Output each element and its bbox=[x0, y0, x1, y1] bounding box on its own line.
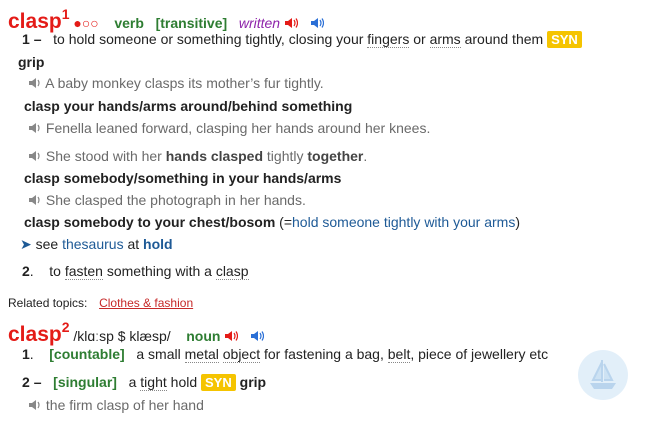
hold-link[interactable]: hold bbox=[143, 236, 173, 252]
speaker-british-icon[interactable] bbox=[224, 330, 239, 342]
collocation-1: clasp your hands/arms around/behind some… bbox=[24, 98, 353, 114]
speaker-american-icon[interactable] bbox=[250, 330, 264, 342]
syn-badge: SYN bbox=[201, 374, 236, 391]
headword-2: clasp2 bbox=[8, 319, 70, 346]
example-2: Fenella leaned forward, clasping her han… bbox=[28, 119, 430, 137]
sense-number: 1 bbox=[22, 31, 30, 47]
example-1: A baby monkey clasps its mother’s fur ti… bbox=[28, 74, 324, 92]
thesaurus-link[interactable]: thesaurus bbox=[62, 236, 123, 252]
collocation-2: clasp somebody/something in your hands/a… bbox=[24, 170, 342, 186]
word-link-arms[interactable]: arms bbox=[429, 31, 461, 48]
example-speaker-icon[interactable] bbox=[28, 399, 42, 411]
grammar-code: [transitive] bbox=[155, 15, 228, 31]
noun-sense-2: 2 – [singular] a tight hold SYN grip bbox=[22, 374, 267, 391]
word-link-belt[interactable]: belt bbox=[387, 346, 411, 363]
collocation-3: clasp somebody to your chest/bosom (=hol… bbox=[24, 214, 521, 230]
ship-logo-icon bbox=[578, 350, 628, 400]
related-topics: Related topics: Clothes & fashion bbox=[8, 296, 194, 310]
sense-1-definition: 1 – to hold someone or something tightly… bbox=[22, 30, 582, 49]
word-link-clasp[interactable]: clasp bbox=[215, 263, 249, 280]
definition-text: to hold someone or something tightly, cl… bbox=[53, 31, 364, 47]
example-speaker-icon[interactable] bbox=[28, 122, 42, 134]
word-link-object[interactable]: object bbox=[222, 346, 261, 363]
example-speaker-icon[interactable] bbox=[28, 194, 42, 206]
definition-text-end: around them bbox=[464, 31, 544, 47]
sense-2-definition: 2. to fasten something with a clasp bbox=[22, 263, 249, 280]
see-thesaurus: ➤ see thesaurus at hold bbox=[20, 236, 173, 252]
part-of-speech-2: noun bbox=[186, 328, 221, 344]
example-speaker-icon[interactable] bbox=[28, 77, 42, 89]
definition-text-mid: or bbox=[413, 31, 426, 47]
word-link-fasten[interactable]: fasten bbox=[64, 263, 103, 280]
topic-link[interactable]: Clothes & fashion bbox=[99, 296, 193, 310]
register-label: written bbox=[238, 15, 281, 31]
speaker-american-icon[interactable] bbox=[310, 17, 324, 29]
entry2-header: clasp2 /klɑːsp $ klæsp/ noun bbox=[8, 314, 264, 349]
word-link-fingers[interactable]: fingers bbox=[367, 31, 410, 48]
pronunciation: /klɑːsp $ klæsp/ bbox=[73, 328, 171, 344]
synonym-grip[interactable]: grip bbox=[18, 53, 44, 71]
synonym-grip[interactable]: grip bbox=[240, 374, 266, 390]
word-link-tight[interactable]: tight bbox=[140, 374, 167, 391]
noun-example-1: the firm clasp of her hand bbox=[28, 396, 204, 414]
example-3: She stood with her hands clasped tightly… bbox=[28, 147, 367, 165]
word-link-metal[interactable]: metal bbox=[184, 346, 219, 363]
syn-badge: SYN bbox=[547, 31, 582, 48]
noun-sense-1: 1. [countable] a small metal object for … bbox=[22, 346, 549, 363]
example-speaker-icon[interactable] bbox=[28, 150, 42, 162]
frequency-dots: ●○○ bbox=[73, 15, 99, 31]
arrow-right-icon: ➤ bbox=[20, 236, 32, 252]
speaker-british-icon[interactable] bbox=[284, 17, 298, 29]
part-of-speech: verb bbox=[114, 15, 144, 31]
example-4: She clasped the photograph in her hands. bbox=[28, 191, 306, 209]
